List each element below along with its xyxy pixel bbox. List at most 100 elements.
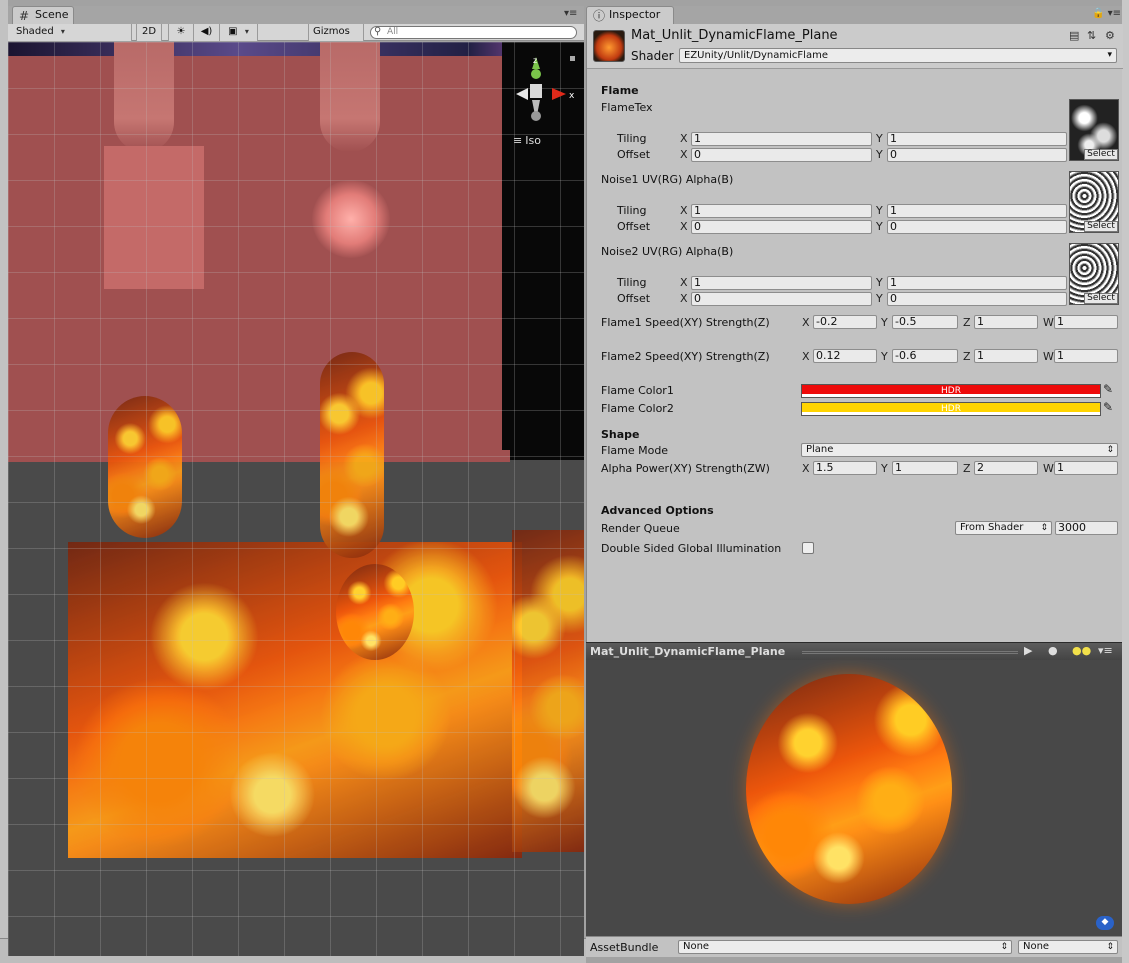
help-book-icon[interactable]: ▤	[1069, 29, 1079, 42]
shader-dropdown[interactable]: EZUnity/Unlit/DynamicFlame ▾	[679, 48, 1117, 63]
y-label: Y	[876, 204, 883, 217]
offset-y-field[interactable]: 0	[887, 220, 1067, 234]
eyedropper-icon[interactable]: ✎	[1103, 400, 1113, 414]
gizmo-axis-z: z	[533, 56, 537, 65]
inspector-panel-menu-icon[interactable]: 🔒 ▾≡	[1092, 8, 1121, 19]
x-label: X	[802, 316, 810, 329]
render-queue-mode-dropdown[interactable]: From Shader ⇕	[955, 521, 1052, 535]
tiling-y-field[interactable]: 1	[887, 276, 1067, 290]
assetbundle-variant-dropdown[interactable]: None ⇕	[1018, 940, 1118, 954]
info-icon: ⓘ	[593, 9, 606, 23]
tiling-y-field[interactable]: 1	[887, 132, 1067, 146]
alpha-y-field[interactable]: 1	[892, 461, 958, 475]
y-label: Y	[876, 148, 883, 161]
assetbundle-name-dropdown[interactable]: None ⇕	[678, 940, 1012, 954]
flame1-w-field[interactable]: 1	[1054, 315, 1118, 329]
assetbundle-variant-value: None	[1023, 941, 1050, 952]
y-label: Y	[876, 220, 883, 233]
x-label: X	[802, 350, 810, 363]
tiling-x-field[interactable]: 1	[691, 204, 872, 218]
z-label: Z	[963, 350, 971, 363]
y-label: Y	[881, 316, 888, 329]
y-label: Y	[881, 350, 888, 363]
tab-inspector[interactable]: ⓘ Inspector	[586, 6, 674, 24]
gear-icon[interactable]: ⚙	[1105, 29, 1115, 42]
noise2-texture-slot[interactable]: Select	[1069, 243, 1119, 305]
offset-label: Offset	[617, 148, 651, 161]
alpha-strip	[802, 412, 1100, 415]
flame-color2-swatch[interactable]: HDR	[801, 402, 1101, 416]
flame1-x-field[interactable]: -0.2	[813, 315, 877, 329]
flametex-slot[interactable]: Select	[1069, 99, 1119, 161]
offset-x-field[interactable]: 0	[691, 220, 872, 234]
assetbundle-label: AssetBundle	[590, 941, 659, 954]
x-label: X	[680, 292, 688, 305]
lighting-toggle-button[interactable]: ☀	[168, 24, 194, 41]
tiling-y-field[interactable]: 1	[887, 204, 1067, 218]
preset-icon[interactable]: ⇅	[1087, 29, 1096, 42]
panel-menu-icon[interactable]: ▾≡	[564, 8, 577, 19]
scene-tab-label: Scene	[35, 8, 69, 21]
offset-y-field[interactable]: 0	[887, 292, 1067, 306]
preview-menu-icon[interactable]: ▾≡	[1098, 644, 1113, 657]
projection-toggle[interactable]: ≡ Iso	[513, 134, 541, 147]
eyedropper-icon[interactable]: ✎	[1103, 382, 1113, 396]
flame2-z-field[interactable]: 1	[974, 349, 1038, 363]
shader-value: EZUnity/Unlit/DynamicFlame	[684, 50, 828, 61]
flame2-w-field[interactable]: 1	[1054, 349, 1118, 363]
alpha-w-field[interactable]: 1	[1054, 461, 1118, 475]
alpha-x-field[interactable]: 1.5	[813, 461, 877, 475]
select-texture-button[interactable]: Select	[1084, 149, 1118, 160]
render-queue-field[interactable]: 3000	[1055, 521, 1118, 535]
drag-handle[interactable]	[802, 651, 1018, 654]
effects-dropdown[interactable]: ▣	[220, 24, 258, 41]
shading-mode-dropdown[interactable]: Shaded	[8, 24, 132, 41]
flame-color1-swatch[interactable]: HDR	[801, 384, 1101, 398]
x-label: X	[802, 462, 810, 475]
texture-label: Noise2 UV(RG) Alpha(B)	[601, 245, 734, 258]
flame2-y-field[interactable]: -0.6	[892, 349, 958, 363]
x-label: X	[680, 204, 688, 217]
light-toggle-icon[interactable]: ●●	[1072, 644, 1091, 657]
flame1-y-field[interactable]: -0.5	[892, 315, 958, 329]
offset-x-field[interactable]: 0	[691, 292, 872, 306]
scene-search-input[interactable]: ⚲ All	[370, 26, 577, 39]
2d-toggle-button[interactable]: 2D	[136, 24, 162, 41]
gizmos-dropdown[interactable]: Gizmos	[308, 24, 364, 41]
preview-header[interactable]: Mat_Unlit_DynamicFlame_Plane ▶ ● ●● ▾≡	[586, 642, 1122, 660]
tab-scene[interactable]: # Scene	[12, 6, 74, 24]
select-texture-button[interactable]: Select	[1084, 221, 1118, 232]
alpha-z-field[interactable]: 2	[974, 461, 1038, 475]
shader-label: Shader	[631, 49, 674, 63]
tiling-x-field[interactable]: 1	[691, 276, 872, 290]
select-texture-button[interactable]: Select	[1084, 293, 1118, 304]
label-tag-icon[interactable]: ◆	[1096, 916, 1114, 930]
noise1-texture-slot[interactable]: Select	[1069, 171, 1119, 233]
image-icon: ▣	[228, 26, 238, 37]
flame1-z-field[interactable]: 1	[974, 315, 1038, 329]
tiling-x-field[interactable]: 1	[691, 132, 872, 146]
scene-viewport[interactable]: x z ≡ Iso	[8, 42, 584, 956]
material-preview-area[interactable]: ◆	[586, 660, 1122, 936]
dsgi-checkbox[interactable]	[802, 542, 814, 554]
offset-x-field[interactable]: 0	[691, 148, 872, 162]
scene-tab-bar: # Scene ▾≡	[8, 6, 584, 24]
x-label: X	[680, 148, 688, 161]
tiling-label: Tiling	[617, 276, 647, 289]
preview-mesh-sphere-icon[interactable]: ●	[1048, 644, 1058, 657]
orientation-gizmo[interactable]: x z	[502, 54, 578, 144]
background-window-edge	[0, 0, 8, 963]
alpha-power-label: Alpha Power(XY) Strength(ZW)	[601, 462, 770, 475]
offset-y-field[interactable]: 0	[887, 148, 1067, 162]
inspector-tab-label: Inspector	[609, 8, 661, 21]
flame-mode-dropdown[interactable]: Plane ⇕	[801, 443, 1118, 457]
play-icon[interactable]: ▶	[1024, 644, 1032, 657]
scene-grid	[8, 42, 584, 956]
updown-arrow-icon: ⇕	[1106, 942, 1114, 952]
sun-icon: ☀	[176, 26, 186, 37]
audio-toggle-button[interactable]: ◀)	[194, 24, 220, 41]
material-header: Mat_Unlit_DynamicFlame_Plane ▤ ⇅ ⚙ Shade…	[587, 24, 1123, 69]
flame2-x-field[interactable]: 0.12	[813, 349, 877, 363]
background-window-edge-right	[1122, 0, 1129, 963]
offset-label: Offset	[617, 292, 651, 305]
